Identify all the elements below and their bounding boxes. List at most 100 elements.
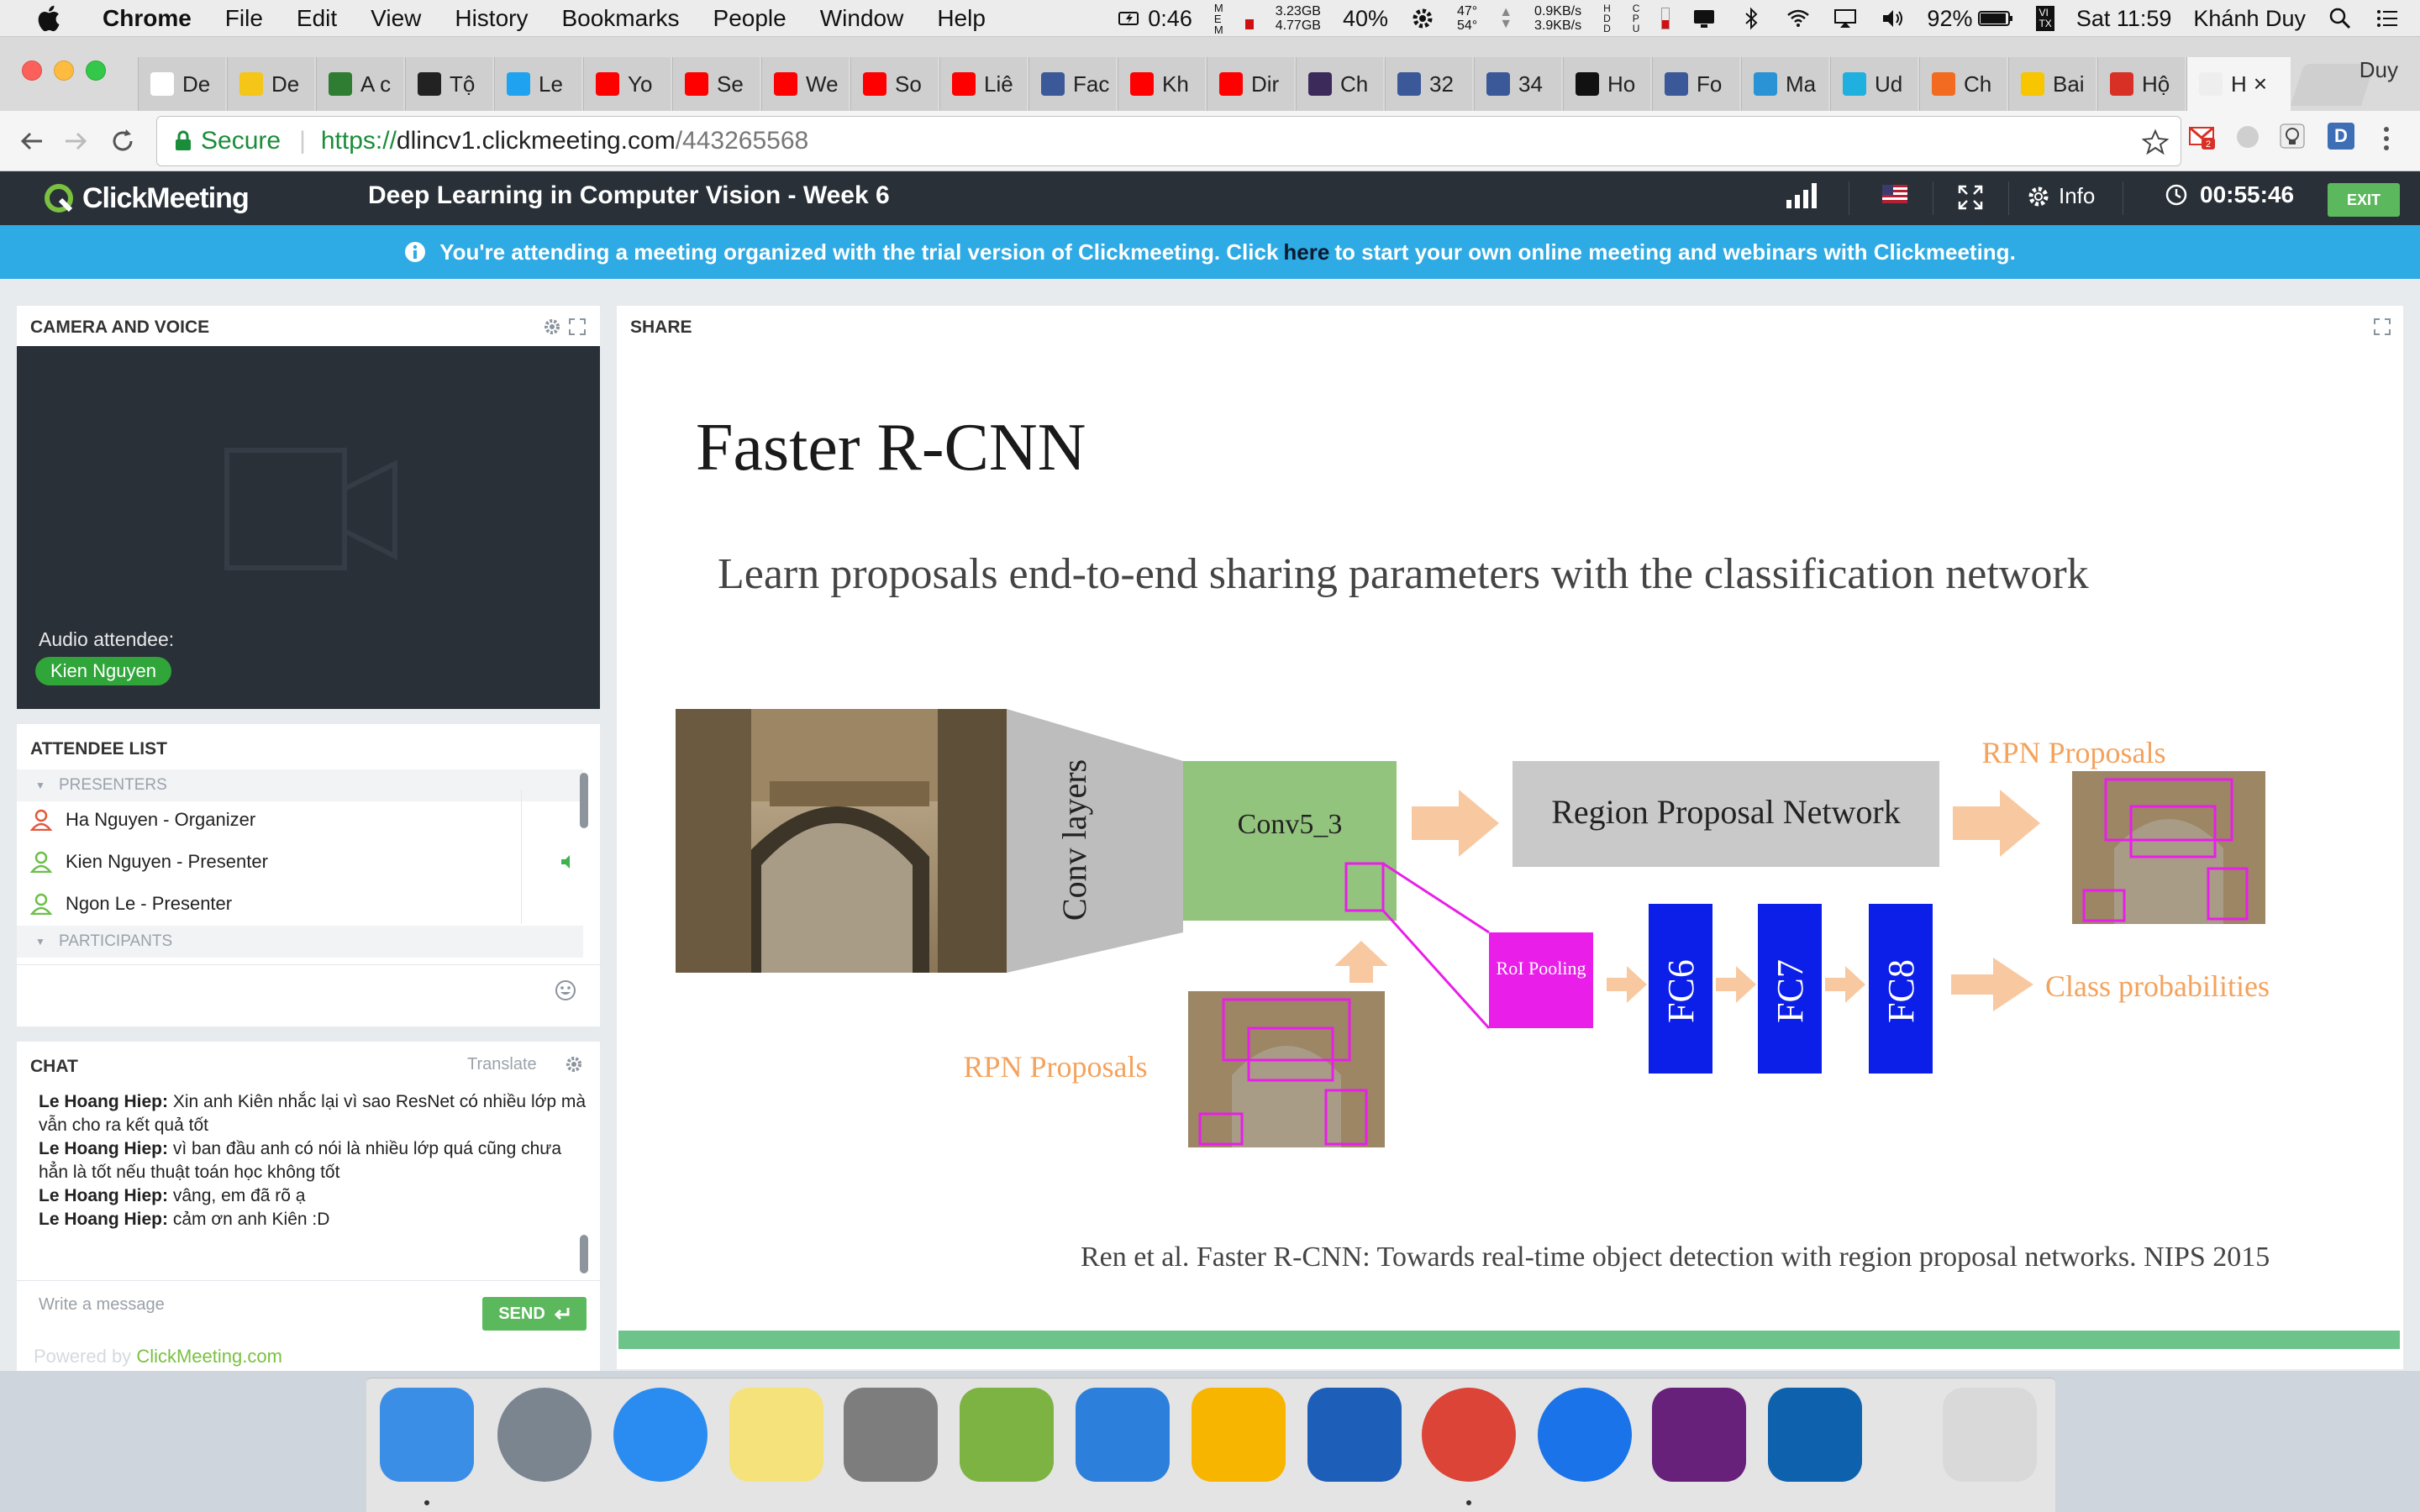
browser-tab[interactable]: Kh <box>1118 57 1205 111</box>
attendee-row[interactable]: Ngon Le - Presenter <box>30 884 568 924</box>
menu-bookmarks[interactable]: Bookmarks <box>561 5 679 32</box>
profile-name[interactable]: Duy <box>2360 57 2398 83</box>
notes-dock-icon[interactable] <box>729 1388 823 1482</box>
window-close-button[interactable] <box>22 60 42 81</box>
teamviewer-vm-dock-icon[interactable] <box>1307 1388 1402 1482</box>
info-button[interactable]: Info <box>2027 183 2095 209</box>
display-icon[interactable] <box>1691 6 1717 31</box>
browser-tab[interactable]: Bai <box>2008 57 2096 111</box>
battery-status[interactable]: 92% <box>1927 6 2014 32</box>
forward-icon[interactable] <box>60 126 91 156</box>
trash-dock-icon[interactable] <box>1943 1388 2037 1482</box>
clock[interactable]: Sat 11:59 <box>2076 6 2172 32</box>
presenters-group-header[interactable]: ▼ PRESENTERS <box>17 769 583 801</box>
participants-group-header[interactable]: ▼ PARTICIPANTS <box>17 926 583 958</box>
browser-tab[interactable]: Fac <box>1028 57 1116 111</box>
lightbulb-extension-icon[interactable] <box>2279 123 2306 150</box>
powered-by-link[interactable]: ClickMeeting.com <box>136 1346 282 1367</box>
chat-message-input[interactable]: Write a message <box>39 1295 165 1315</box>
d-extension-icon[interactable]: D <box>2328 123 2354 150</box>
volume-icon[interactable] <box>1880 6 1905 31</box>
extension-circle-icon[interactable] <box>2237 126 2259 148</box>
chrome-menu-icon[interactable] <box>2378 124 2395 153</box>
back-icon[interactable] <box>17 126 47 156</box>
menu-file[interactable]: File <box>225 5 263 32</box>
menu-people[interactable]: People <box>713 5 786 32</box>
browser-tab[interactable]: De <box>138 57 225 111</box>
menu-help[interactable]: Help <box>937 5 986 32</box>
user-name[interactable]: Khánh Duy <box>2193 6 2306 32</box>
chat-settings-icon[interactable] <box>565 1055 583 1074</box>
cpu-status[interactable]: 40% <box>1343 6 1388 32</box>
share-expand-icon[interactable] <box>2373 318 2391 336</box>
browser-tab[interactable]: Fo <box>1652 57 1739 111</box>
attendee-row[interactable]: Kien Nguyen - Presenter <box>30 842 570 882</box>
notification-center-icon[interactable] <box>2375 6 2400 31</box>
system-preferences-dock-icon[interactable] <box>844 1388 938 1482</box>
gear-monitor-icon[interactable] <box>1410 6 1435 31</box>
signal-strength-icon[interactable] <box>1785 180 1823 208</box>
language-flag-icon[interactable] <box>1882 185 1907 203</box>
browser-tab[interactable]: Se <box>672 57 760 111</box>
bluetooth-icon[interactable] <box>1739 6 1764 31</box>
xcode-dock-icon[interactable] <box>1076 1388 1170 1482</box>
android-studio-dock-icon[interactable] <box>960 1388 1054 1482</box>
menu-edit[interactable]: Edit <box>297 5 337 32</box>
chrome-dock-icon[interactable] <box>1422 1388 1516 1482</box>
browser-tab[interactable]: Liê <box>939 57 1027 111</box>
browser-tab[interactable]: Hộ <box>2097 57 2185 111</box>
window-zoom-button[interactable] <box>86 60 106 81</box>
itunes-dock-icon[interactable] <box>613 1388 708 1482</box>
visual-studio-dock-icon[interactable] <box>1652 1388 1746 1482</box>
spotlight-search-icon[interactable] <box>2328 6 2353 31</box>
airplay-icon[interactable] <box>1833 6 1858 31</box>
window-minimize-button[interactable] <box>54 60 74 81</box>
wifi-icon[interactable] <box>1786 6 1811 31</box>
finder-dock-icon[interactable] <box>380 1388 474 1482</box>
apple-icon[interactable] <box>35 3 66 34</box>
browser-tab[interactable]: Yo <box>583 57 671 111</box>
gmail-extension-icon[interactable]: 2 <box>2188 123 2217 151</box>
browser-tab[interactable]: So <box>850 57 938 111</box>
reload-icon[interactable] <box>108 126 138 156</box>
fullscreen-icon[interactable] <box>1958 185 1983 210</box>
browser-tab[interactable]: Dir <box>1207 57 1294 111</box>
browser-tab[interactable]: Ud <box>1830 57 1918 111</box>
translate-button[interactable]: Translate <box>467 1055 537 1074</box>
launchpad-dock-icon[interactable] <box>497 1388 592 1482</box>
browser-tab[interactable]: Ma <box>1741 57 1828 111</box>
1password-dock-icon[interactable] <box>1538 1388 1632 1482</box>
browser-tab[interactable]: We <box>761 57 849 111</box>
menu-app-chrome[interactable]: Chrome <box>103 5 192 32</box>
memory-status[interactable]: 3.23GB 4.77GB <box>1276 4 1321 33</box>
exit-button[interactable]: EXIT <box>2328 183 2400 217</box>
bookmark-star-icon[interactable] <box>2142 129 2169 155</box>
browser-tab[interactable]: Le <box>494 57 581 111</box>
tab-close-icon[interactable]: × <box>2254 71 2267 97</box>
chat-send-button[interactable]: SEND <box>482 1297 587 1331</box>
address-bar[interactable]: Secure | https://dlincv1.clickmeeting.co… <box>156 116 2181 166</box>
menu-history[interactable]: History <box>455 5 528 32</box>
browser-tab[interactable]: 32 <box>1385 57 1472 111</box>
browser-tab[interactable]: Ch <box>1919 57 2007 111</box>
attendee-row[interactable]: Ha Nguyen - Organizer <box>30 800 568 840</box>
browser-tab[interactable]: Ch <box>1296 57 1383 111</box>
temperature-status[interactable]: 47° 54° <box>1457 4 1477 33</box>
chat-scrollbar[interactable] <box>580 1235 588 1273</box>
browser-tab[interactable]: 34 <box>1474 57 1561 111</box>
trial-here-link[interactable]: here <box>1283 239 1329 265</box>
browser-tab[interactable]: De <box>227 57 314 111</box>
camera-settings-icon[interactable] <box>543 318 561 336</box>
browser-tab[interactable]: Tộ <box>405 57 492 111</box>
attendee-scrollbar[interactable] <box>580 773 588 828</box>
menu-view[interactable]: View <box>371 5 421 32</box>
menu-window[interactable]: Window <box>820 5 904 32</box>
camera-expand-icon[interactable] <box>568 318 587 336</box>
browser-tab[interactable]: A c <box>316 57 403 111</box>
vscode-dock-icon[interactable] <box>1768 1388 1862 1482</box>
emoji-icon[interactable] <box>555 979 576 1001</box>
sketch-dock-icon[interactable] <box>1192 1388 1286 1482</box>
browser-tab[interactable]: H × <box>2186 57 2291 111</box>
browser-tab[interactable]: Ho <box>1563 57 1650 111</box>
input-source-icon[interactable]: VI TX <box>2036 6 2054 31</box>
